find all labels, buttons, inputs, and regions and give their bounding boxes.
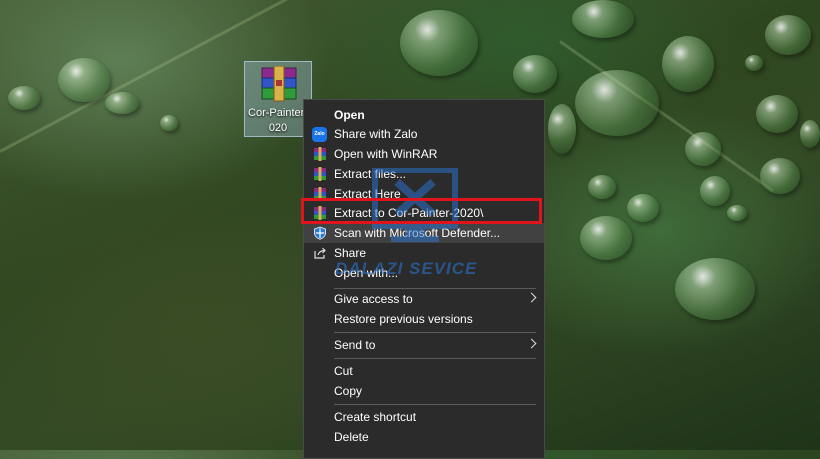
desktop-file-label: Cor-Painter- 020 [248, 107, 308, 134]
zalo-icon: Zalo [312, 127, 327, 142]
menu-item-label: Open with WinRAR [334, 147, 438, 161]
menu-item-delete[interactable]: Delete [304, 427, 544, 447]
menu-separator [334, 404, 536, 405]
menu-item-label: Cut [334, 364, 353, 378]
wallpaper-water-drop [662, 36, 714, 92]
wallpaper-water-drop [400, 10, 478, 76]
shield-icon [314, 226, 326, 240]
wallpaper-water-drop [760, 158, 800, 194]
wallpaper-water-drop [58, 58, 110, 102]
wallpaper-water-drop [580, 216, 632, 260]
wallpaper-water-drop [800, 120, 820, 148]
wallpaper-water-drop [727, 205, 747, 221]
highlight-box [301, 198, 542, 224]
menu-item-open-with-winrar[interactable]: Open with WinRAR [304, 144, 544, 164]
winrar-icon [314, 147, 326, 161]
menu-item-label: Share with Zalo [334, 127, 418, 141]
menu-item-label: Open [334, 108, 365, 122]
wallpaper-water-drop [627, 194, 659, 222]
wallpaper-water-drop [675, 258, 755, 320]
menu-item-label: Delete [334, 430, 369, 444]
wallpaper-water-drop [588, 175, 616, 199]
wallpaper-water-drop [572, 0, 634, 38]
menu-item-cut[interactable]: Cut [304, 361, 544, 381]
wallpaper-water-drop [513, 55, 557, 93]
winrar-icon [314, 167, 326, 181]
menu-item-send-to[interactable]: Send to [304, 335, 544, 355]
menu-item-open[interactable]: Open [304, 105, 544, 125]
wallpaper-water-drop [548, 104, 576, 154]
menu-item-give-access-to[interactable]: Give access to [304, 289, 544, 309]
share-icon [314, 247, 326, 259]
chevron-right-icon [526, 338, 537, 349]
menu-item-label: Send to [334, 338, 376, 352]
wallpaper-water-drop [745, 55, 763, 71]
menu-item-label: Copy [334, 384, 363, 398]
wallpaper-water-drop [8, 86, 40, 110]
wallpaper-water-drop [756, 95, 798, 133]
chevron-right-icon [526, 292, 537, 303]
wallpaper-water-drop [160, 115, 178, 131]
wallpaper-water-drop [105, 92, 139, 114]
menu-item-restore-previous-versions[interactable]: Restore previous versions [304, 309, 544, 329]
watermark-text: DALAZI SEVICE [335, 259, 478, 278]
menu-item-share-with-zalo[interactable]: Zalo Share with Zalo [304, 124, 544, 144]
wallpaper-water-drop [685, 132, 721, 166]
menu-item-copy[interactable]: Copy [304, 381, 544, 401]
menu-item-label: Give access to [334, 292, 413, 306]
context-menu: Open Zalo Share with Zalo Open with WinR… [303, 99, 545, 459]
menu-item-label: Create shortcut [334, 410, 417, 424]
wallpaper-water-drop [700, 176, 730, 206]
menu-separator [334, 358, 536, 359]
menu-separator [334, 332, 536, 333]
desktop-file-icon[interactable]: Cor-Painter- 020 [244, 61, 312, 137]
wallpaper-water-drop [575, 70, 659, 136]
menu-item-label: Restore previous versions [334, 312, 473, 326]
wallpaper-water-drop [765, 15, 811, 55]
menu-item-create-shortcut[interactable]: Create shortcut [304, 407, 544, 427]
winrar-archive-icon [261, 66, 297, 102]
